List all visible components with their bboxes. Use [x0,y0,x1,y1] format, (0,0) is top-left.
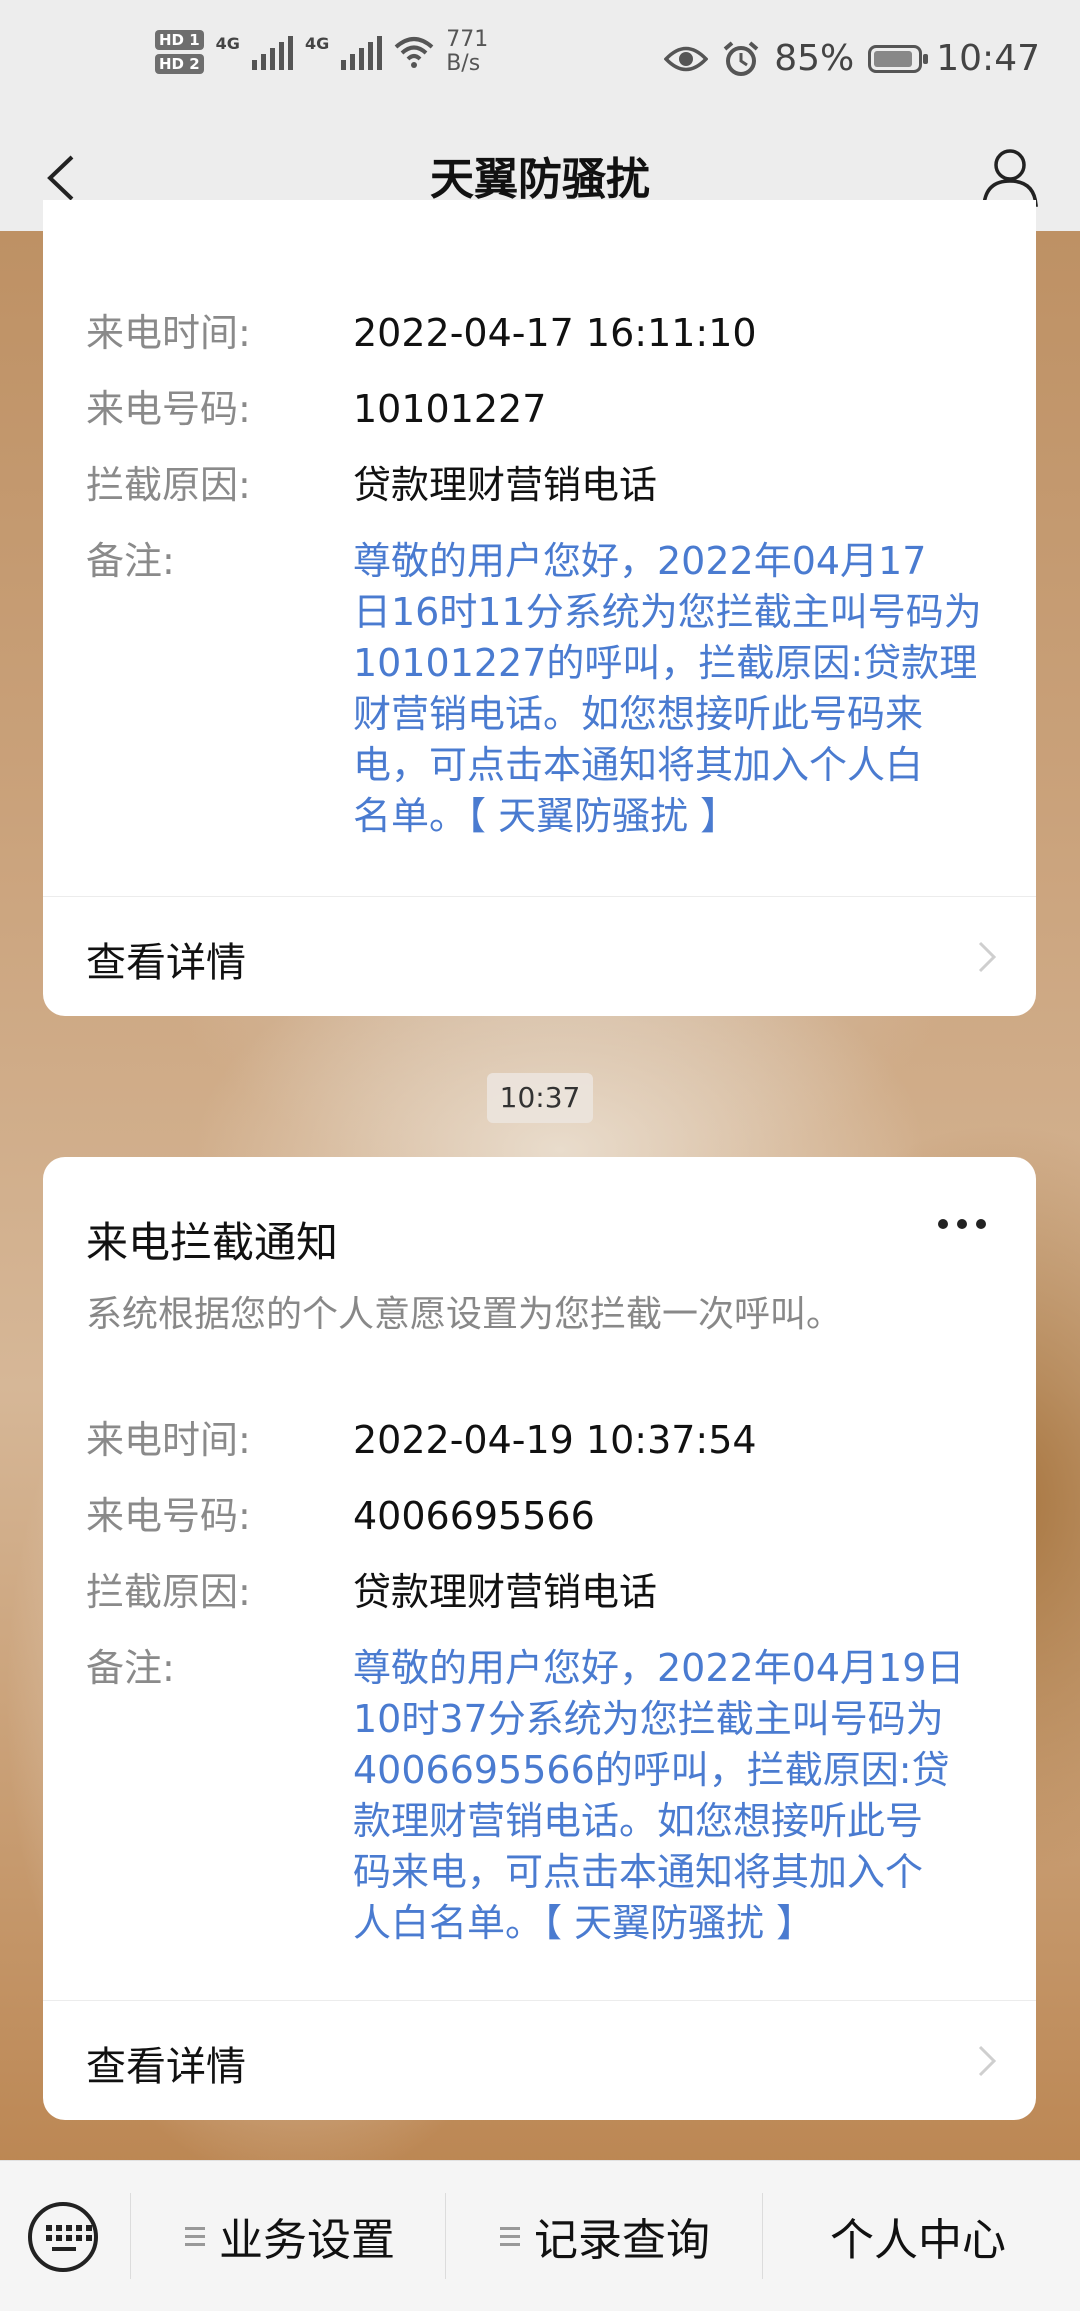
chevron-right-icon [978,941,997,973]
view-details-link[interactable]: 查看详情 [86,2034,246,2092]
network-type-2: 4G [304,34,330,53]
hd1-badge: HD 1 [155,30,204,50]
speed-value: 771 [446,27,489,52]
battery-icon [868,44,929,73]
note-line: 10101227的呼叫，拦截原因:贷款理 [353,641,978,685]
clock: 10:47 [936,38,1040,79]
network-speed: 771 B/s [446,28,488,76]
note-line: 名单。【 天翼防骚扰 】 [353,794,739,838]
status-right: 85% 10:47 [664,38,1040,79]
notification-card-2[interactable]: 来电拦截通知 系统根据您的个人意愿设置为您拦截一次呼叫。 来电时间: 2022-… [43,1157,1036,2120]
nav-item-record-query[interactable]: 记录查询 [500,2205,710,2267]
speed-unit: B/s [446,51,481,76]
note-line: 款理财营销电话。如您想接听此号 [353,1799,924,1843]
note-line: 财营销电话。如您想接听此号码来 [353,692,924,736]
caller-number-label: 来电号码: [86,1494,251,1538]
note-label: 备注: [86,539,175,583]
alarm-icon [723,40,759,76]
nav-item-label: 业务设置 [219,2215,395,2266]
card-title: 来电拦截通知 [86,1218,339,1267]
note-line: 码来电，可点击本通知将其加入个 [353,1850,924,1894]
signal-icon-1 [251,34,293,70]
caller-number-value: 10101227 [353,387,547,431]
card-divider [43,2000,1036,2001]
signal-icon-2 [341,34,383,70]
info-row-note: 备注: 尊敬的用户您好，2022年04月19日 10时37分系统为您拦截主叫号码… [86,1643,996,1949]
note-label: 备注: [86,1646,175,1690]
card-subtitle: 系统根据您的个人意愿设置为您拦截一次呼叫。 [86,1294,843,1335]
info-row-call-time: 来电时间: 2022-04-17 16:11:10 [86,308,996,359]
note-line: 10时37分系统为您拦截主叫号码为 [353,1697,944,1741]
menu-icon [500,2226,520,2246]
note-line: 尊敬的用户您好，2022年04月19日 [353,1646,965,1690]
chevron-right-icon [978,2045,997,2077]
info-row-caller-number: 来电号码: 4006695566 [86,1491,996,1542]
note-line: 尊敬的用户您好，2022年04月17 [353,539,927,583]
nav-item-label: 个人中心 [830,2215,1006,2266]
wifi-icon [394,37,434,68]
caller-number-value: 4006695566 [353,1494,595,1538]
info-row-note: 备注: 尊敬的用户您好，2022年04月17 日16时11分系统为您拦截主叫号码… [86,536,996,842]
status-bar: HD 1 HD 2 4G 4G 771 B/s 85% 10:47 [0,0,1080,125]
info-row-block-reason: 拦截原因: 贷款理财营销电话 [86,1567,996,1618]
note-line: 电，可点击本通知将其加入个人白 [353,743,924,787]
status-left: HD 1 HD 2 4G 4G 771 B/s [155,28,488,76]
view-details-link[interactable]: 查看详情 [86,930,246,988]
nav-item-business-settings[interactable]: 业务设置 [185,2205,395,2267]
note-line: 人白名单。【 天翼防骚扰 】 [353,1901,815,1945]
call-time-value: 2022-04-17 16:11:10 [353,311,757,355]
call-time-value: 2022-04-19 10:37:54 [353,1418,757,1462]
menu-icon [185,2226,205,2246]
notification-card-1[interactable]: 来电时间: 2022-04-17 16:11:10 来电号码: 10101227… [43,200,1036,1016]
nav-divider [445,2193,446,2279]
block-reason-value: 贷款理财营销电话 [353,1570,658,1614]
note-text: 尊敬的用户您好，2022年04月17 日16时11分系统为您拦截主叫号码为 10… [353,536,993,842]
page-title: 天翼防骚扰 [430,154,650,205]
info-row-call-time: 来电时间: 2022-04-19 10:37:54 [86,1415,996,1466]
note-line: 日16时11分系统为您拦截主叫号码为 [353,590,982,634]
card-divider [43,896,1036,897]
hd-indicators: HD 1 HD 2 [155,30,204,74]
eye-icon [664,46,709,71]
nav-divider [130,2193,131,2279]
block-reason-value: 贷款理财营销电话 [353,463,658,507]
call-time-label: 来电时间: [86,1418,251,1462]
block-reason-label: 拦截原因: [86,1570,251,1614]
block-reason-label: 拦截原因: [86,463,251,507]
battery-percent: 85% [774,38,855,79]
call-time-label: 来电时间: [86,311,251,355]
timestamp-chip: 10:37 [487,1073,593,1123]
info-row-block-reason: 拦截原因: 贷款理财营销电话 [86,460,996,511]
note-text: 尊敬的用户您好，2022年04月19日 10时37分系统为您拦截主叫号码为 40… [353,1643,993,1949]
network-type-1: 4G [215,34,240,53]
hd2-badge: HD 2 [155,54,204,74]
more-options-icon[interactable] [938,1219,986,1229]
nav-item-label: 记录查询 [534,2215,710,2266]
keyboard-icon[interactable] [28,2202,98,2272]
caller-number-label: 来电号码: [86,387,251,431]
note-line: 4006695566的呼叫，拦截原因:贷 [353,1748,950,1792]
bottom-nav: 业务设置 记录查询 个人中心 [0,2160,1080,2311]
info-row-caller-number: 来电号码: 10101227 [86,384,996,435]
nav-item-personal-center[interactable]: 个人中心 [830,2205,1006,2267]
nav-divider [762,2193,763,2279]
